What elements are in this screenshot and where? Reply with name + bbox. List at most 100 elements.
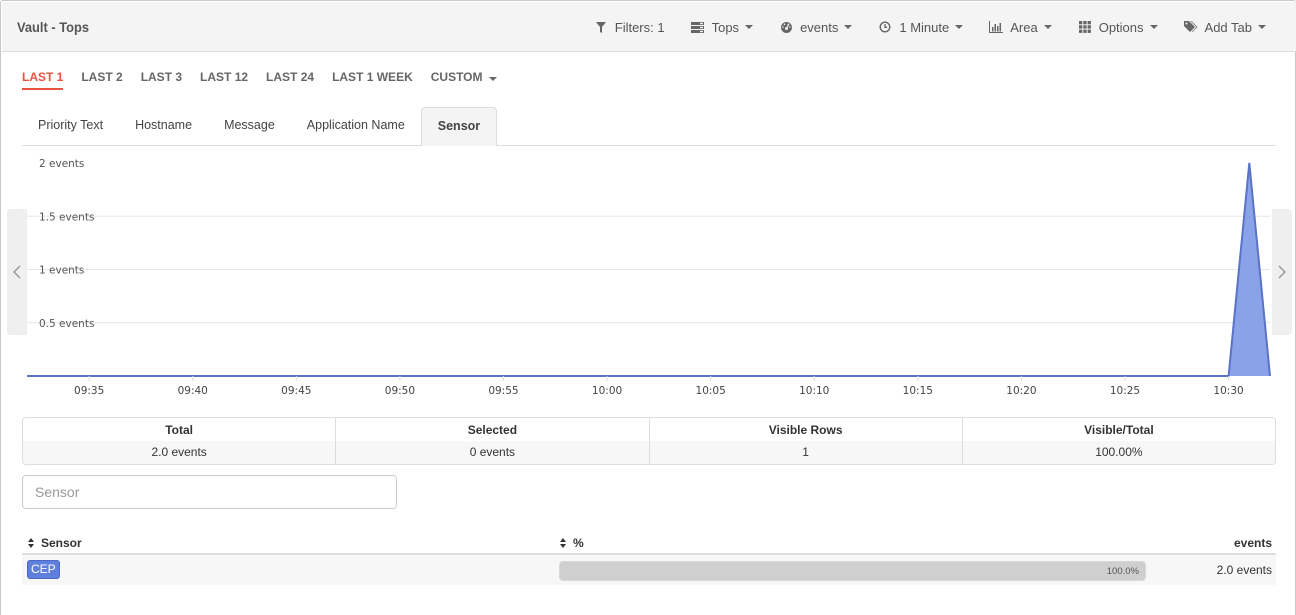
add-tab-dropdown[interactable]: Add Tab	[1183, 19, 1266, 35]
events-column-header: events	[1234, 536, 1272, 550]
chevron-down-icon	[488, 77, 497, 81]
sort-icon	[560, 538, 568, 548]
sort-icon	[28, 538, 36, 548]
sort-by-sensor[interactable]: Sensor	[28, 536, 82, 550]
summary-value: 2.0 events	[23, 441, 336, 464]
tags-icon	[1183, 20, 1198, 34]
y-tick-label: 2 events	[39, 158, 84, 170]
sensor-search-input[interactable]	[22, 475, 397, 509]
tab-hostname[interactable]: Hostname	[119, 107, 208, 146]
range-custom-dropdown[interactable]: CUSTOM	[431, 70, 497, 90]
table-header: Sensor % events	[22, 531, 1276, 555]
summary-header: Selected	[336, 418, 649, 441]
column-header-label: events	[1233, 536, 1272, 550]
list-icon	[691, 20, 705, 34]
time-range-selector: LAST 1 LAST 2 LAST 3 LAST 12 LAST 24 LAS…	[22, 70, 515, 90]
y-tick-label: 0.5 events	[39, 318, 94, 330]
options-label: Options	[1098, 19, 1144, 35]
x-tick-label: 10:30	[1213, 385, 1243, 397]
sort-by-percent[interactable]: %	[560, 536, 584, 550]
chart-type-label: Area	[1010, 19, 1038, 35]
grid-icon	[1078, 20, 1092, 34]
range-last-3[interactable]: LAST 3	[141, 70, 182, 90]
summary-value: 1	[649, 441, 962, 464]
events-chart: 0.5 events 1 events 1.5 events 2 events 09:…	[1, 147, 1296, 399]
summary-value: 0 events	[336, 441, 649, 464]
range-label: LAST 12	[200, 70, 249, 84]
dashboard-icon	[779, 20, 793, 34]
chevron-down-icon	[1258, 25, 1266, 29]
range-last-24[interactable]: LAST 24	[266, 70, 314, 90]
event-count: 2.0 events	[1216, 563, 1272, 577]
clock-icon	[878, 20, 892, 34]
filter-icon	[594, 20, 608, 34]
tab-priority-text[interactable]: Priority Text	[22, 107, 119, 146]
x-tick-label: 09:50	[385, 385, 415, 397]
column-header-label: Sensor	[41, 536, 82, 550]
summary-total: Total 2.0 events	[23, 418, 337, 464]
summary-selected: Selected 0 events	[336, 418, 650, 464]
app-window: Vault - Tops Filters: 1 Tops events 1 Mi…	[0, 0, 1296, 615]
chart-type-dropdown[interactable]: Area	[989, 19, 1052, 35]
sensor-badge[interactable]: CEP	[27, 560, 60, 579]
range-last-1[interactable]: LAST 1	[22, 70, 64, 90]
percent-label: 100.0%	[1106, 566, 1139, 577]
x-tick-label: 09:35	[74, 385, 104, 397]
chart-canvas: 0.5 events 1 events 1.5 events 2 events 09:…	[27, 158, 1271, 397]
chevron-down-icon	[1149, 25, 1158, 29]
add-tab-label: Add Tab	[1204, 19, 1252, 35]
range-label: LAST 1 WEEK	[332, 70, 413, 84]
y-tick-label: 1.5 events	[39, 211, 94, 223]
toolbar: Filters: 1 Tops events 1 Minute Area Opt…	[594, 2, 1296, 52]
x-tick-label: 10:20	[1006, 385, 1036, 397]
x-tick-label: 10:25	[1110, 385, 1140, 397]
range-label: CUSTOM	[430, 70, 483, 84]
range-last-1-week[interactable]: LAST 1 WEEK	[332, 70, 413, 90]
grid-lines	[27, 215, 1270, 324]
interval-dropdown[interactable]: 1 Minute	[878, 19, 964, 35]
range-label: LAST 3	[140, 70, 183, 84]
field-tabs: Priority Text Hostname Message Applicati…	[22, 107, 1276, 146]
summary-header: Visible/Total	[962, 418, 1275, 441]
range-label: LAST 2	[81, 70, 123, 84]
x-tick-label: 09:40	[178, 385, 208, 397]
percent-bar: 100.0%	[559, 561, 1146, 581]
percent-bar-fill	[560, 562, 1145, 580]
sensor-table: Sensor % events CEP 100.0% 2.0 events	[22, 531, 1276, 585]
x-tick-label: 09:55	[488, 385, 518, 397]
header-bar: Vault - Tops Filters: 1 Tops events 1 Mi…	[2, 2, 1296, 52]
table-row[interactable]: CEP 100.0% 2.0 events	[22, 555, 1276, 585]
filters-label: Filters: 1	[614, 19, 665, 35]
range-label: LAST 1	[22, 70, 64, 84]
interval-label: 1 Minute	[899, 19, 950, 35]
column-header-label: %	[573, 536, 584, 550]
summary-table: Total 2.0 events Selected 0 events Visib…	[22, 417, 1276, 465]
summary-header: Visible Rows	[649, 418, 962, 441]
y-tick-label: 1 events	[39, 265, 84, 277]
tab-message[interactable]: Message	[208, 107, 291, 146]
range-last-2[interactable]: LAST 2	[81, 70, 122, 90]
options-dropdown[interactable]: Options	[1078, 20, 1158, 35]
filters-button[interactable]: Filters: 1	[594, 20, 665, 35]
tops-label: Tops	[711, 19, 740, 35]
tab-application-name[interactable]: Application Name	[291, 107, 421, 146]
x-tick-label: 10:05	[696, 385, 726, 397]
y-axis-labels: 0.5 events 1 events 1.5 events 2 events	[39, 158, 94, 330]
summary-value: 100.00%	[962, 441, 1275, 464]
summary-visible-rows: Visible Rows 1	[649, 418, 963, 464]
page-title: Vault - Tops	[17, 19, 90, 35]
tops-dropdown[interactable]: Tops	[691, 19, 754, 35]
events-dropdown[interactable]: events	[779, 19, 853, 35]
x-tick-label: 10:15	[903, 385, 933, 397]
bar-chart-icon	[989, 20, 1004, 34]
summary-visible-total: Visible/Total 100.00%	[962, 418, 1275, 464]
x-axis: 09:35 09:40 09:45 09:50 09:55 10:00 10:05 10:10…	[74, 376, 1244, 397]
chevron-down-icon	[844, 25, 853, 29]
chevron-down-icon	[1043, 25, 1052, 29]
x-tick-label: 10:10	[799, 385, 829, 397]
events-label: events	[800, 19, 839, 35]
x-tick-label: 10:00	[592, 385, 622, 397]
range-last-12[interactable]: LAST 12	[200, 70, 248, 90]
range-label: LAST 24	[266, 70, 315, 84]
tab-sensor[interactable]: Sensor	[420, 107, 498, 146]
